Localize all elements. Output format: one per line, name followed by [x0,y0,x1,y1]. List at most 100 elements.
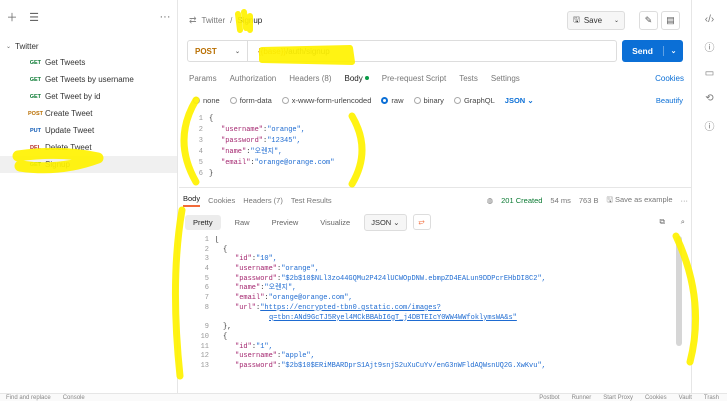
response-body[interactable]: 1[ 2{ 3 "id": "10", 4 "username": "orange"… [193,236,681,386]
response-size[interactable]: 763 B [579,196,599,205]
response-format-select[interactable]: JSON ⌄ [364,213,407,231]
radio-none[interactable]: none [193,96,220,105]
request-item[interactable]: GET Get Tweet by id [0,88,177,105]
request-item[interactable]: DEL Delete Tweet [0,139,177,156]
radio-graphql[interactable]: GraphQL [453,95,495,105]
code-line: 7 "email": "orange@orange.com", [204,294,353,303]
cookies-link[interactable]: Cookies [655,74,684,83]
radio-urlencoded[interactable]: x-www-form-urlencoded [281,96,371,105]
request-item[interactable]: POST Create Tweet [0,105,177,122]
globe-icon[interactable]: ◍ [487,196,494,205]
json-value: "$2b$10$NLl3zo44GQMu2P424lUCWOpDNW.ebmpZ… [281,274,546,283]
radio-raw[interactable]: raw [381,95,404,105]
status-badge[interactable]: 201 Created [501,196,542,205]
cookies-button[interactable]: Cookies [645,395,667,401]
postbot-button[interactable]: Postbot [539,395,559,401]
save-button[interactable]: 🖫 Save ⌄ [567,11,625,30]
url-input[interactable]: {{base}}/auth/signup [248,47,330,56]
radio-form-data[interactable]: form-data [229,96,272,105]
copy-icon[interactable]: ⧉ [659,217,664,227]
console-button[interactable]: Console [63,395,85,401]
tab-test-results[interactable]: Test Results [291,196,332,205]
radio-circle [229,96,237,104]
radio-label: none [203,95,220,105]
info-circle-icon[interactable]: ⓘ [705,118,715,133]
radio-circle [281,96,289,104]
tab-response-headers[interactable]: Headers (7) [243,196,283,205]
tab-response-body[interactable]: Body [183,194,201,207]
json-value: "오렌지", [250,148,283,156]
docs-icon[interactable]: ▤ [661,11,680,30]
url-variable: {{base}} [258,46,287,56]
radio-label: raw [391,95,404,105]
code-line: 1[ [204,236,220,244]
view-preview[interactable]: Preview [264,215,307,230]
trash-button[interactable]: Trash [704,395,719,401]
radio-label: binary [423,95,444,105]
code-line: 13 "password": "$2b$10$ERiMBARDprS1Ajt9sn… [200,361,546,370]
json-key: "password" [235,274,278,283]
json-key: "url" [235,303,257,312]
code-line: q=tbn:ANd9GcTJ5Ryel4MCkBBAbI6gT_j4DBTEIc… [193,314,681,324]
request-item[interactable]: PUT Update Tweet [0,122,177,139]
method-badge: GET [29,59,41,66]
sidebar: ＋ ☰ ··· ⌄ Twitter GET Get Tweets GET Get… [0,0,178,401]
tab-tests[interactable]: Tests [459,74,478,83]
view-visualize[interactable]: Visualize [312,215,358,230]
code-icon[interactable]: ‹/› [705,14,714,25]
plus-icon[interactable]: ＋ [6,9,18,25]
view-pretty[interactable]: Pretty [185,214,221,230]
chevron-down-icon[interactable]: ⌄ [664,47,683,55]
format-select[interactable]: JSON ⌄ [505,96,534,105]
response-time[interactable]: 54 ms [550,196,570,205]
wrap-icon[interactable]: ⥂ [412,214,431,230]
method-badge: GET [29,76,41,83]
more-icon[interactable]: ··· [681,196,689,205]
tab-prerequest[interactable]: Pre-request Script [382,74,446,83]
tab-settings[interactable]: Settings [491,74,520,83]
request-item-active[interactable]: GET Signup [0,156,177,173]
tab-headers[interactable]: Headers (8) [289,74,331,83]
request-tabs: Params Authorization Headers (8) Body Pr… [189,71,684,85]
request-item[interactable]: GET Get Tweets [0,54,177,71]
method-badge: DEL [30,144,41,151]
json-link[interactable]: q=tbn:ANd9GcTJ5Ryel4MCkBBAbI6gT_j4DBTEIc… [215,314,517,324]
radio-label: GraphQL [463,95,495,105]
comment-icon[interactable]: ▭ [705,68,714,79]
pane-divider[interactable] [179,187,691,188]
radio-binary[interactable]: binary [413,95,444,105]
edit-icon[interactable]: ✎ [639,11,658,30]
breadcrumb-collection[interactable]: Twitter [202,16,226,25]
more-icon[interactable]: ··· [159,11,171,23]
view-raw[interactable]: Raw [227,215,258,230]
chevron-down-icon: ⌄ [613,18,619,24]
request-item[interactable]: GET Get Tweets by username [0,71,177,88]
info-icon[interactable]: ⓘ [705,39,715,54]
find-replace-button[interactable]: Find and replace [6,395,51,401]
method-select[interactable]: POST ⌄ [188,41,248,61]
method-badge: POST [28,110,43,117]
beautify-link[interactable]: Beautify [656,96,683,105]
tab-params[interactable]: Params [189,74,217,83]
response-scrollbar[interactable] [676,236,682,346]
collection-twitter[interactable]: ⌄ Twitter [0,38,177,54]
breadcrumb-request[interactable]: Signup [237,16,262,25]
tab-body-label: Body [344,73,363,83]
send-button[interactable]: Send ⌄ [622,40,683,62]
search-icon[interactable]: ⌕ [681,217,685,227]
request-body-editor[interactable]: 1{ 2 "username": "orange", 3 "password": "12… [187,114,687,184]
tab-authorization[interactable]: Authorization [230,74,277,83]
filter-icon[interactable]: ☰ [28,11,40,24]
tab-body[interactable]: Body [345,74,369,83]
runner-button[interactable]: Runner [572,395,592,401]
related-icon[interactable]: ⟲ [705,93,713,104]
proxy-button[interactable]: Start Proxy [603,395,633,401]
save-example-button[interactable]: 🖫 Save as example [606,194,672,207]
json-value: "오렌지", [264,284,297,293]
code-line: 8 "url": "https://encrypted-tbn0.gstatic.… [204,303,441,314]
request-label: Get Tweets [45,58,86,67]
json-link[interactable]: "https://encrypted-tbn0.gstatic.com/imag… [260,304,441,314]
send-label: Send [622,46,664,56]
tab-response-cookies[interactable]: Cookies [208,196,235,205]
vault-button[interactable]: Vault [679,395,692,401]
